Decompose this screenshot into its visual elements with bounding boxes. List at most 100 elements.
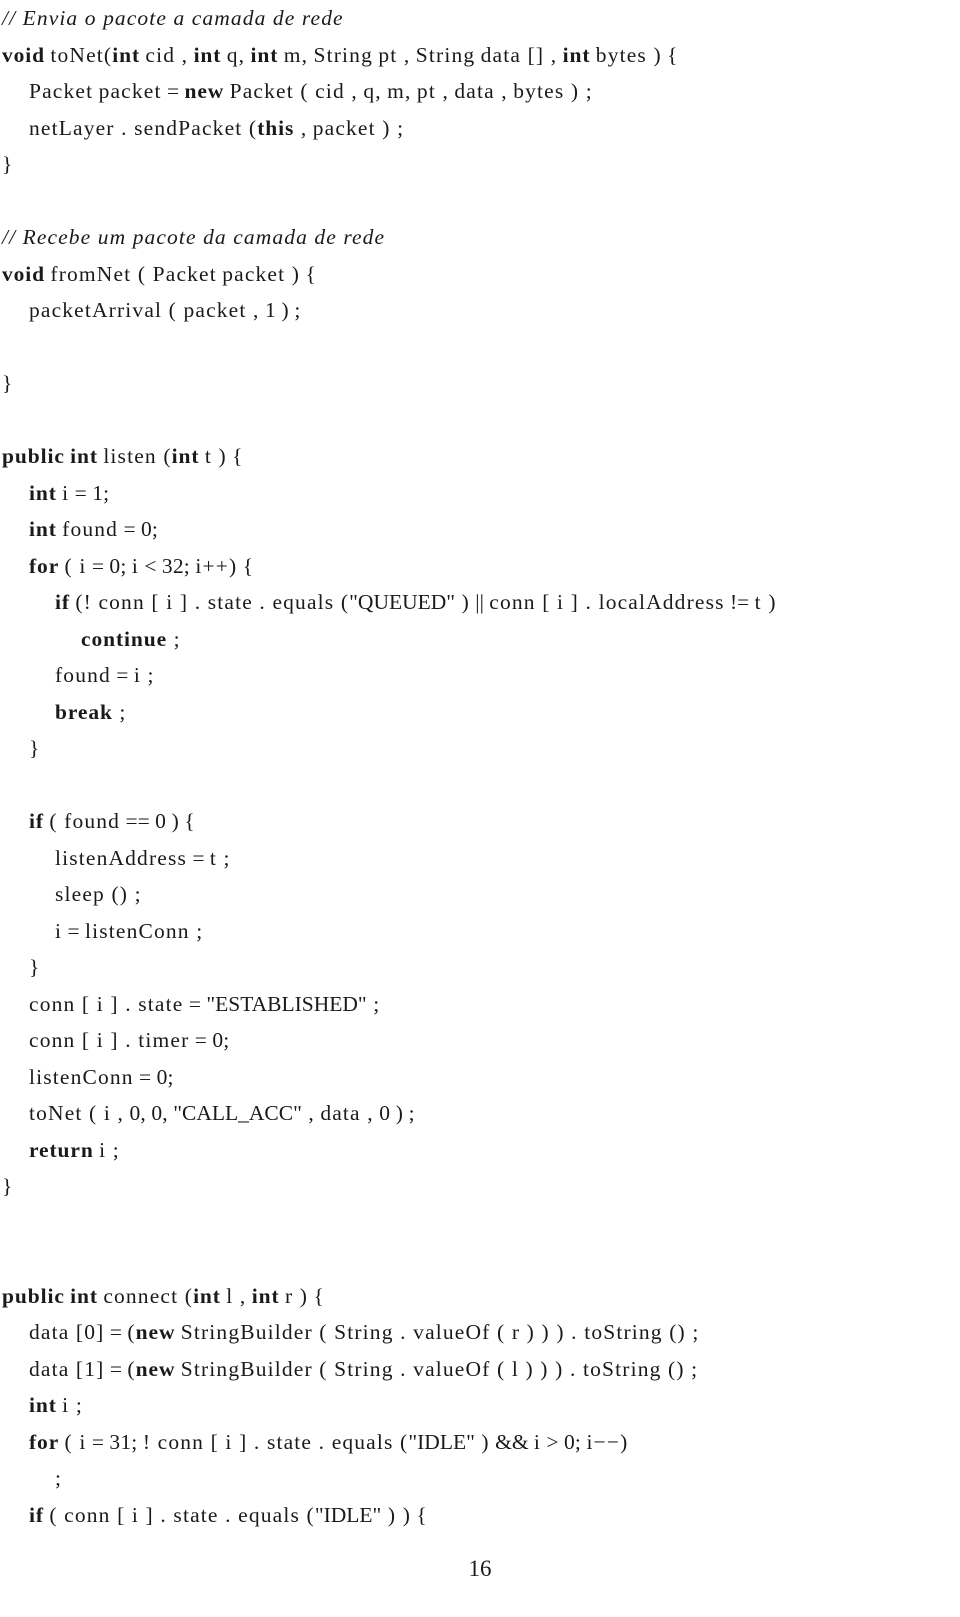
code-token-id: ( found <box>49 809 121 833</box>
document-page: // Envia o pacote a camada de rede void t… <box>0 0 960 1617</box>
code-token-id: l , <box>226 1283 247 1308</box>
code-token-op: && <box>495 1429 529 1454</box>
code-token-id: data [] , <box>480 42 558 67</box>
code-token-id: StringBuilder ( String . valueOf ( r ) )… <box>180 1320 700 1344</box>
code-token-op: = <box>194 1028 207 1052</box>
code-line: // Envia o pacote a camada de rede <box>0 0 960 37</box>
code-token-num: 1 ) ; <box>264 298 301 322</box>
code-token-kw: continue <box>81 626 168 651</box>
code-token-id: bytes ) <box>595 42 662 67</box>
code-line: } <box>0 146 960 183</box>
code-token-op: } <box>29 955 40 979</box>
code-line: found = i ; <box>0 657 960 694</box>
code-token-id: conn [ i ] . timer <box>29 1028 190 1052</box>
code-token-kw: int <box>29 480 57 505</box>
code-token-id: t ) <box>204 444 227 468</box>
code-token-id: toNet ( i , <box>29 1101 125 1125</box>
code-token-id: ; <box>112 699 127 724</box>
code-token-kw: int <box>112 42 141 67</box>
code-line: data [0] = (new StringBuilder ( String .… <box>0 1314 960 1351</box>
code-token-num: 0; <box>156 1064 174 1089</box>
code-token-id: Packet <box>29 79 94 103</box>
code-token-kw: for <box>29 1429 60 1454</box>
code-token-kw: for <box>29 553 60 578</box>
code-token-kw: int <box>251 1283 280 1308</box>
code-token-kw: int <box>70 1283 98 1308</box>
code-token-id: i ; <box>62 1393 83 1417</box>
code-token-id: data [0] <box>29 1320 105 1344</box>
code-token-id: found <box>62 517 119 541</box>
code-token-kw: public <box>2 444 65 468</box>
code-token-num: 0, <box>129 1101 146 1125</box>
code-token-str: "ESTABLISHED" <box>206 991 367 1016</box>
code-token-op: > <box>546 1429 559 1454</box>
code-token-id: data , <box>320 1101 374 1125</box>
code-token-id: ( <box>127 1320 136 1344</box>
code-line: public int listen (int t ) { <box>0 438 960 475</box>
code-token-kw: void <box>2 42 46 67</box>
code-token-num: 0 ) <box>155 809 179 833</box>
code-token-op: = <box>91 553 105 578</box>
code-token-id: ( conn [ i ] . state . equals ( <box>49 1502 315 1527</box>
code-token-kw: if <box>29 809 44 833</box>
code-line: conn [ i ] . state = "ESTABLISHED" ; <box>0 986 960 1023</box>
code-token-op: < <box>144 553 157 578</box>
code-line: } <box>0 949 960 986</box>
code-line: netLayer . sendPacket (this , packet ) ; <box>0 110 960 147</box>
code-token-kw: new <box>135 1320 176 1344</box>
code-token-kw: int <box>171 444 200 468</box>
code-token-op: = <box>116 663 129 687</box>
code-token-id: toNet( <box>50 42 113 67</box>
code-token-num: 1; <box>92 480 110 505</box>
code-token-op: = <box>74 480 87 505</box>
code-token-id: ; <box>55 1466 63 1490</box>
code-token-id: sleep () ; <box>55 882 142 906</box>
code-token-id: q, <box>363 79 382 103</box>
code-token-kw: int <box>29 1393 57 1417</box>
code-token-num: 0; <box>563 1429 582 1454</box>
code-token-op: { <box>184 809 195 833</box>
code-token-op: = <box>188 991 201 1016</box>
code-token-id: listen ( <box>103 444 172 468</box>
code-token-id: ) <box>455 590 470 614</box>
code-token-kw: this <box>257 115 295 140</box>
code-line: if (! conn [ i ] . state . equals ("QUEU… <box>0 584 960 621</box>
code-token-id: found <box>55 663 111 687</box>
code-token-id: , <box>301 1101 315 1125</box>
code-line: sleep () ; <box>0 876 960 913</box>
code-token-op: { <box>305 261 316 286</box>
code-token-str: "IDLE" <box>314 1502 382 1527</box>
code-token-op: { <box>667 42 678 67</box>
code-token-id: packet ) ; <box>312 115 405 140</box>
code-token-id: ( i <box>64 553 87 578</box>
code-token-id: pt , <box>416 79 449 103</box>
code-token-id: (! conn [ i ] . state . equals ( <box>75 590 350 614</box>
code-line: packetArrival ( packet , 1 ) ; <box>0 292 960 329</box>
code-token-kw: int <box>250 42 279 67</box>
code-line: int i ; <box>0 1387 960 1424</box>
code-token-id: conn [ i ] . localAddress <box>489 590 725 614</box>
code-token-op: } <box>2 152 13 176</box>
page-number: 16 <box>468 1556 492 1581</box>
code-line: ; <box>0 1460 960 1497</box>
code-line: break ; <box>0 694 960 731</box>
code-token-id: listenAddress <box>55 845 187 870</box>
code-token-id: conn [ i ] . state <box>29 991 184 1016</box>
code-token-id: ; <box>167 626 181 651</box>
code-token-id: bytes ) ; <box>513 79 593 103</box>
code-token-kw: return <box>29 1137 94 1162</box>
code-token-id: data , <box>454 79 508 103</box>
code-token-kw: if <box>55 590 70 614</box>
code-token-id: i <box>533 1429 542 1454</box>
code-line: return i ; <box>0 1132 960 1169</box>
code-line: toNet ( i , 0, 0, "CALL_ACC" , data , 0 … <box>0 1095 960 1132</box>
code-line: } <box>0 730 960 767</box>
code-token-op: = <box>109 1356 122 1381</box>
code-listing: // Envia o pacote a camada de rede void t… <box>0 0 960 1533</box>
code-token-kw: int <box>193 42 222 67</box>
